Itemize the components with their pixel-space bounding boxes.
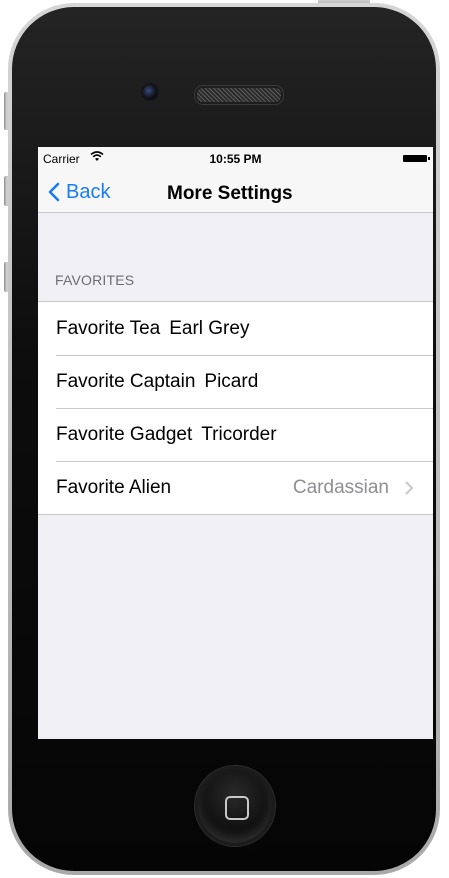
home-square-glyph — [225, 796, 249, 820]
status-time: 10:55 PM — [209, 152, 262, 166]
row-value: Earl Grey — [169, 317, 250, 339]
row-favorite-captain[interactable]: Favorite Captain Picard — [38, 355, 433, 408]
row-detail-value: Cardassian — [292, 476, 389, 498]
back-chevron-icon — [48, 182, 60, 202]
favorites-table: Favorite Tea Earl Grey Favorite Captain … — [38, 301, 433, 515]
battery-icon — [403, 155, 430, 162]
disclosure-chevron-icon — [405, 481, 413, 495]
row-value: Tricorder — [201, 423, 277, 445]
row-favorite-gadget[interactable]: Favorite Gadget Tricorder — [38, 408, 433, 461]
row-label: Favorite Gadget — [56, 423, 193, 445]
row-label: Favorite Tea — [56, 317, 161, 339]
back-button-label: Back — [66, 180, 111, 203]
front-camera-icon — [141, 83, 159, 101]
section-header-favorites: FAVORITES — [55, 272, 135, 288]
row-label: Favorite Captain — [56, 370, 196, 392]
speaker-grille-icon — [195, 86, 283, 104]
navigation-bar: Back More Settings — [38, 169, 433, 213]
page-title: More Settings — [167, 183, 293, 204]
row-favorite-tea[interactable]: Favorite Tea Earl Grey — [38, 302, 433, 355]
device-screen: Carrier 10:55 PM Back More Settings FAVO… — [38, 147, 433, 739]
status-bar: Carrier 10:55 PM — [38, 147, 433, 169]
home-button-icon[interactable] — [195, 766, 275, 846]
simulator-window: Carrier 10:55 PM Back More Settings FAVO… — [0, 0, 449, 878]
iphone-face: Carrier 10:55 PM Back More Settings FAVO… — [12, 7, 436, 871]
row-label: Favorite Alien — [56, 476, 172, 498]
row-favorite-alien[interactable]: Favorite Alien Cardassian — [38, 461, 433, 514]
iphone-frame: Carrier 10:55 PM Back More Settings FAVO… — [8, 3, 440, 875]
row-value: Picard — [204, 370, 259, 392]
back-button[interactable]: Back — [48, 180, 110, 204]
